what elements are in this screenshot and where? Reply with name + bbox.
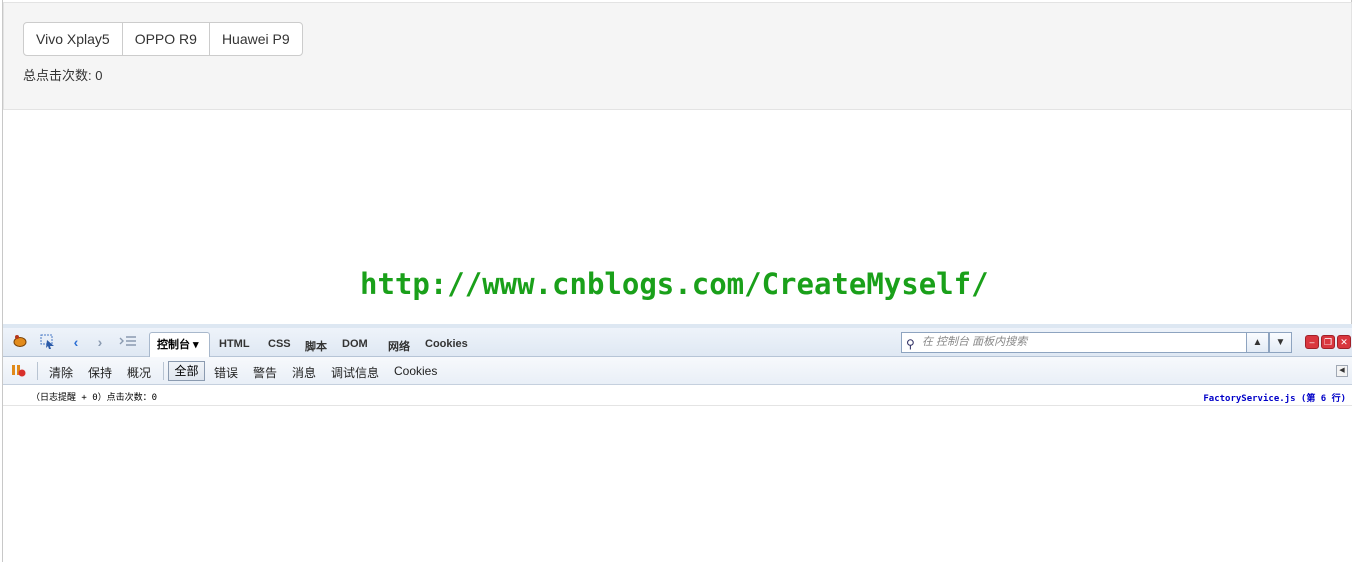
tab-css[interactable]: CSS xyxy=(268,338,291,350)
firebug-toolbar: ‹ › 控制台 ▾ HTML CSS 脚本 DOM 网络 Cookies ⚲ 在… xyxy=(3,328,1352,357)
chevron-down-icon: ▼ xyxy=(1275,337,1286,348)
divider xyxy=(163,362,164,380)
filter-debug[interactable]: 调试信息 xyxy=(331,364,379,381)
filter-info[interactable]: 消息 xyxy=(292,364,316,381)
tab-net[interactable]: 网络 xyxy=(388,338,410,354)
content-well xyxy=(3,2,1352,110)
persist-button[interactable]: 保持 xyxy=(88,364,112,381)
profile-button[interactable]: 概况 xyxy=(127,364,151,381)
vivo-button[interactable]: Vivo Xplay5 xyxy=(23,22,123,56)
total-click-count: 总点击次数: 0 xyxy=(23,68,103,83)
back-icon[interactable]: ‹ xyxy=(67,334,85,350)
console-subtoolbar: 清除 保持 概况 全部 错误 警告 消息 调试信息 Cookies ◀ xyxy=(3,357,1352,385)
tab-script[interactable]: 脚本 xyxy=(305,338,327,354)
detach-button[interactable]: ❐ xyxy=(1321,335,1335,349)
filter-cookies[interactable]: Cookies xyxy=(394,364,437,378)
close-button[interactable]: ✕ xyxy=(1337,335,1351,349)
firebug-icon[interactable] xyxy=(11,334,29,350)
scroll-left-button[interactable]: ◀ xyxy=(1336,365,1348,377)
oppo-button[interactable]: OPPO R9 xyxy=(121,22,210,56)
minimize-icon: – xyxy=(1309,337,1315,347)
search-next-button[interactable]: ▼ xyxy=(1269,332,1292,353)
log-row: （日志提醒 + 0）点击次数：0 FactoryService.js (第 6 … xyxy=(3,385,1352,406)
divider xyxy=(37,362,38,380)
tab-cookies[interactable]: Cookies xyxy=(425,338,468,350)
chevron-left-icon: ◀ xyxy=(1339,367,1345,374)
search-prev-button[interactable]: ▲ xyxy=(1246,332,1269,353)
phone-button-group: Vivo Xplay5 OPPO R9 Huawei P9 xyxy=(23,22,303,56)
log-message: （日志提醒 + 0）点击次数：0 xyxy=(31,393,158,403)
filter-errors[interactable]: 错误 xyxy=(214,364,238,381)
filter-warnings[interactable]: 警告 xyxy=(253,364,277,381)
minimize-button[interactable]: – xyxy=(1305,335,1319,349)
tab-html[interactable]: HTML xyxy=(219,338,250,350)
log-source-link[interactable]: FactoryService.js (第 6 行) xyxy=(1203,391,1346,404)
console-search-input[interactable]: ⚲ 在 控制台 面板内搜索 xyxy=(901,332,1247,353)
filter-all[interactable]: 全部 xyxy=(168,361,205,381)
search-icon: ⚲ xyxy=(906,337,915,351)
firebug-panel: ‹ › 控制台 ▾ HTML CSS 脚本 DOM 网络 Cookies ⚲ 在… xyxy=(3,324,1352,562)
search-placeholder: 在 控制台 面板内搜索 xyxy=(922,336,1028,348)
close-icon: ✕ xyxy=(1340,337,1348,347)
detach-icon: ❐ xyxy=(1323,337,1333,347)
huawei-button[interactable]: Huawei P9 xyxy=(208,22,303,56)
command-line-icon[interactable] xyxy=(119,334,137,350)
tab-console[interactable]: 控制台 ▾ xyxy=(149,332,210,357)
clear-button[interactable]: 清除 xyxy=(49,364,73,381)
chevron-up-icon: ▲ xyxy=(1252,337,1263,348)
pause-icon[interactable] xyxy=(9,362,27,378)
inspect-icon[interactable] xyxy=(39,334,57,350)
watermark-url: http://www.cnblogs.com/CreateMyself/ xyxy=(360,267,989,301)
tab-dom[interactable]: DOM xyxy=(342,338,368,350)
forward-icon[interactable]: › xyxy=(91,334,109,350)
